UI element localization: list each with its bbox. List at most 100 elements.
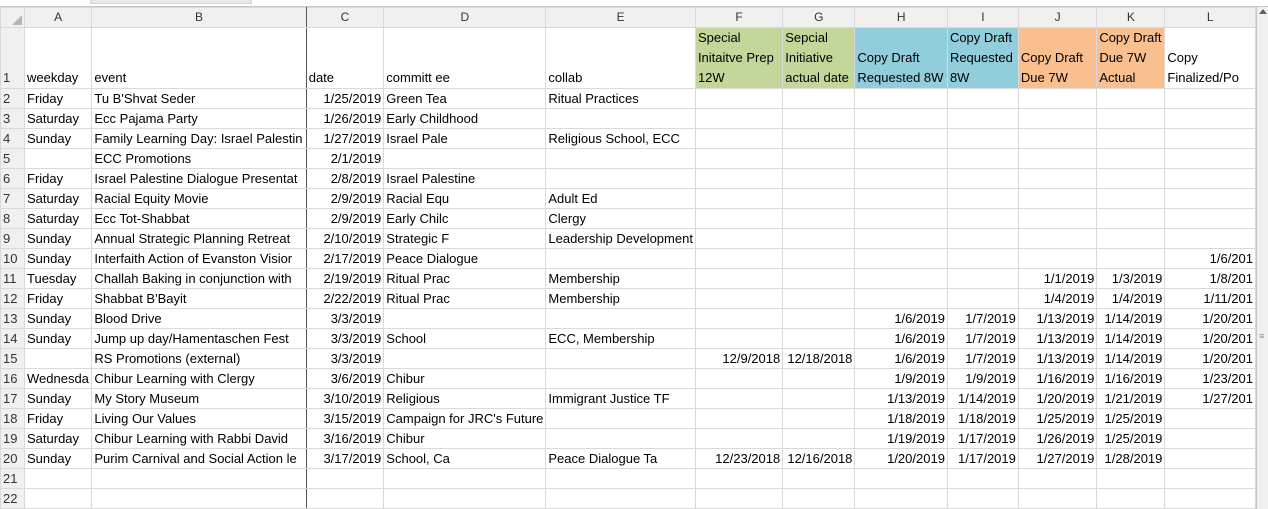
cell-g11[interactable] — [782, 268, 856, 289]
row-header[interactable]: 22 — [0, 488, 25, 509]
cell-j8[interactable] — [1017, 208, 1098, 229]
header-cell-e[interactable]: collab — [545, 27, 696, 89]
cell-k7[interactable] — [1096, 188, 1166, 209]
cell-c21[interactable] — [305, 468, 385, 489]
column-header-g[interactable]: G — [782, 7, 856, 28]
cell-j13[interactable]: 1/13/2019 — [1017, 308, 1098, 329]
cell-j20[interactable]: 1/27/2019 — [1017, 448, 1098, 469]
cell-h21[interactable] — [854, 468, 948, 489]
row-header[interactable]: 7 — [0, 188, 25, 209]
cell-b4[interactable]: Family Learning Day: Israel Palestin — [91, 128, 307, 149]
cell-i17[interactable]: 1/14/2019 — [946, 388, 1019, 409]
header-cell-d[interactable]: committ ee — [383, 27, 547, 89]
cell-a22[interactable] — [23, 488, 93, 509]
cell-a18[interactable]: Friday — [23, 408, 93, 429]
cell-i7[interactable] — [946, 188, 1019, 209]
cell-f15[interactable]: 12/9/2018 — [694, 348, 784, 369]
column-header-c[interactable]: C — [305, 7, 385, 28]
row-header[interactable]: 13 — [0, 308, 25, 329]
cell-h9[interactable] — [854, 228, 948, 249]
cell-g15[interactable]: 12/18/2018 — [782, 348, 856, 369]
cell-i13[interactable]: 1/7/2019 — [946, 308, 1019, 329]
cell-g5[interactable] — [782, 148, 856, 169]
cell-d12[interactable]: Ritual Prac — [383, 288, 547, 309]
cell-g22[interactable] — [782, 488, 856, 509]
cell-j22[interactable] — [1017, 488, 1098, 509]
cell-b20[interactable]: Purim Carnival and Social Action le — [91, 448, 307, 469]
cell-h3[interactable] — [854, 108, 948, 129]
cell-k19[interactable]: 1/25/2019 — [1096, 428, 1166, 449]
cell-j17[interactable]: 1/20/2019 — [1017, 388, 1098, 409]
cell-l8[interactable] — [1164, 208, 1256, 229]
row-header[interactable]: 17 — [0, 388, 25, 409]
cell-a19[interactable]: Saturday — [23, 428, 93, 449]
cell-h15[interactable]: 1/6/2019 — [854, 348, 948, 369]
cell-f16[interactable] — [694, 368, 784, 389]
cell-d6[interactable]: Israel Palestine — [383, 168, 547, 189]
row-header[interactable]: 5 — [0, 148, 25, 169]
select-all-corner[interactable] — [0, 7, 25, 28]
cell-j5[interactable] — [1017, 148, 1098, 169]
cell-i9[interactable] — [946, 228, 1019, 249]
cell-l13[interactable]: 1/20/201 — [1164, 308, 1256, 329]
row-header[interactable]: 10 — [0, 248, 25, 269]
cell-h18[interactable]: 1/18/2019 — [854, 408, 948, 429]
scroll-up-arrow-icon[interactable] — [1259, 9, 1267, 14]
cell-h2[interactable] — [854, 88, 948, 109]
cell-e10[interactable] — [545, 248, 696, 269]
cell-e12[interactable]: Membership — [545, 288, 696, 309]
cell-h11[interactable] — [854, 268, 948, 289]
cell-f22[interactable] — [694, 488, 784, 509]
cell-k8[interactable] — [1096, 208, 1166, 229]
cell-a6[interactable]: Friday — [23, 168, 93, 189]
cell-h13[interactable]: 1/6/2019 — [854, 308, 948, 329]
row-header[interactable]: 6 — [0, 168, 25, 189]
cell-a2[interactable]: Friday — [23, 88, 93, 109]
cell-d20[interactable]: School, Ca — [383, 448, 547, 469]
cell-l9[interactable] — [1164, 228, 1256, 249]
cell-a9[interactable]: Sunday — [23, 228, 93, 249]
cell-f8[interactable] — [694, 208, 784, 229]
cell-c5[interactable]: 2/1/2019 — [305, 148, 385, 169]
cell-d14[interactable]: School — [383, 328, 547, 349]
cell-c11[interactable]: 2/19/2019 — [305, 268, 385, 289]
cell-a14[interactable]: Sunday — [23, 328, 93, 349]
column-header-l[interactable]: L — [1164, 7, 1256, 28]
header-cell-g[interactable]: Sepcial Initiative actual date — [782, 27, 856, 89]
cell-k16[interactable]: 1/16/2019 — [1096, 368, 1166, 389]
cell-c9[interactable]: 2/10/2019 — [305, 228, 385, 249]
column-header-e[interactable]: E — [545, 7, 696, 28]
cell-h20[interactable]: 1/20/2019 — [854, 448, 948, 469]
cell-b16[interactable]: Chibur Learning with Clergy — [91, 368, 307, 389]
cell-d18[interactable]: Campaign for JRC's Future — [383, 408, 547, 429]
row-header[interactable]: 21 — [0, 468, 25, 489]
cell-k12[interactable]: 1/4/2019 — [1096, 288, 1166, 309]
cell-h17[interactable]: 1/13/2019 — [854, 388, 948, 409]
cell-l14[interactable]: 1/20/201 — [1164, 328, 1256, 349]
cell-b14[interactable]: Jump up day/Hamentaschen Fest — [91, 328, 307, 349]
cell-b18[interactable]: Living Our Values — [91, 408, 307, 429]
cell-g13[interactable] — [782, 308, 856, 329]
header-cell-l[interactable]: Copy Finalized/Po — [1164, 27, 1256, 89]
cell-f17[interactable] — [694, 388, 784, 409]
cell-k4[interactable] — [1096, 128, 1166, 149]
cell-c22[interactable] — [305, 488, 385, 509]
cell-l18[interactable] — [1164, 408, 1256, 429]
cell-j9[interactable] — [1017, 228, 1098, 249]
cell-i21[interactable] — [946, 468, 1019, 489]
cell-j14[interactable]: 1/13/2019 — [1017, 328, 1098, 349]
cell-c6[interactable]: 2/8/2019 — [305, 168, 385, 189]
cell-b15[interactable]: RS Promotions (external) — [91, 348, 307, 369]
cell-e14[interactable]: ECC, Membership — [545, 328, 696, 349]
column-header-h[interactable]: H — [854, 7, 948, 28]
cell-a5[interactable] — [23, 148, 93, 169]
cell-b12[interactable]: Shabbat B'Bayit — [91, 288, 307, 309]
column-header-d[interactable]: D — [383, 7, 547, 28]
cell-h22[interactable] — [854, 488, 948, 509]
cell-b7[interactable]: Racial Equity Movie — [91, 188, 307, 209]
cell-l6[interactable] — [1164, 168, 1256, 189]
cell-c10[interactable]: 2/17/2019 — [305, 248, 385, 269]
cell-g18[interactable] — [782, 408, 856, 429]
cell-b19[interactable]: Chibur Learning with Rabbi David — [91, 428, 307, 449]
header-cell-c[interactable]: date — [305, 27, 385, 89]
